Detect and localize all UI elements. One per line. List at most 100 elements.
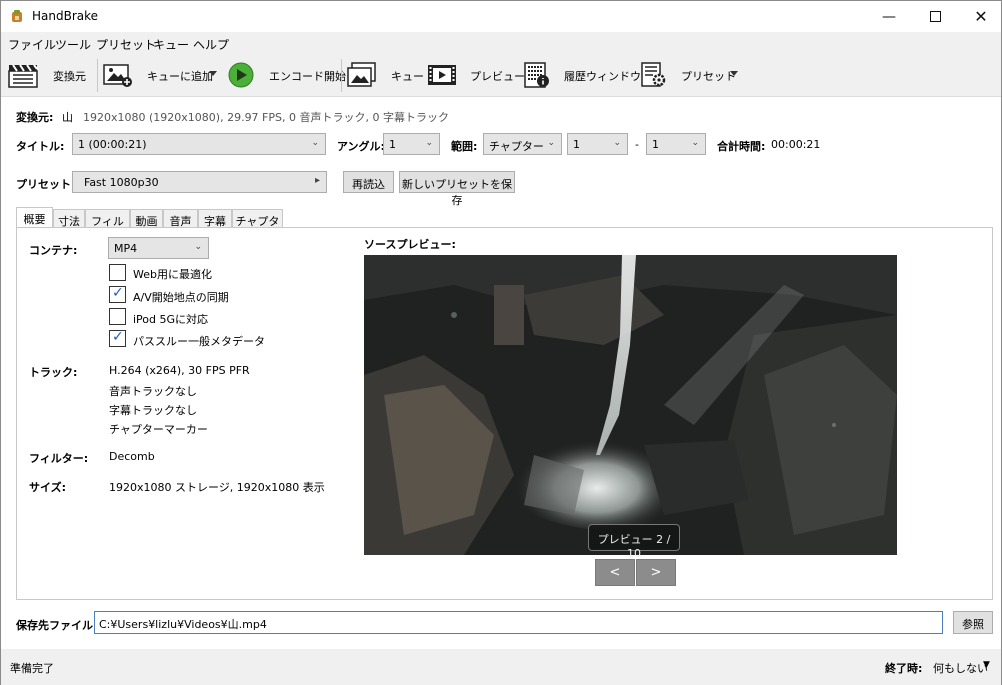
filters-label: フィルター: xyxy=(29,452,89,465)
checkmark-icon: ✓ xyxy=(112,285,124,301)
title-bar: HandBrake — ✕ xyxy=(1,1,1001,32)
range-label: 範囲: xyxy=(451,140,478,153)
filters-value: Decomb xyxy=(109,450,155,463)
queue-icon[interactable] xyxy=(347,62,377,88)
web-optimized-label: Web用に最適化 xyxy=(133,268,212,281)
window-title: HandBrake xyxy=(32,9,99,23)
tracks-label: トラック: xyxy=(29,366,78,379)
ipod-5g-label: iPod 5Gに対応 xyxy=(133,313,209,326)
chevron-down-icon: ⌄ xyxy=(311,138,319,148)
source-info: 1920x1080 (1920x1080), 29.97 FPS, 0 音声トラ… xyxy=(83,111,449,124)
container-label: コンテナ: xyxy=(29,244,78,257)
source-preview-label: ソースプレビュー: xyxy=(364,238,456,251)
handbrake-logo-icon xyxy=(12,10,22,22)
menu-file[interactable]: ファイル xyxy=(8,36,56,53)
source-label: 変換元: xyxy=(16,111,54,124)
menu-presets[interactable]: プリセット xyxy=(96,36,156,53)
when-done-label: 終了時: xyxy=(885,662,923,675)
presets-gear-icon[interactable] xyxy=(639,62,669,88)
size-label: サイズ: xyxy=(29,481,67,494)
film-preview-icon[interactable] xyxy=(427,62,457,88)
toolbar-separator xyxy=(341,59,342,92)
preset-select[interactable]: Fast 1080p30 ▸ xyxy=(72,171,327,193)
start-encode-button[interactable]: エンコード開始 xyxy=(269,68,346,84)
preset-select-value: Fast 1080p30 xyxy=(84,176,159,189)
chevron-right-icon: > xyxy=(650,565,662,580)
close-button[interactable]: ✕ xyxy=(958,1,1002,32)
destination-label: 保存先ファイル: xyxy=(16,619,98,632)
add-queue-icon[interactable] xyxy=(103,62,133,88)
checkmark-icon: ✓ xyxy=(112,329,124,345)
range-start-select[interactable]: 1 ⌄ xyxy=(567,133,628,155)
range-dash: - xyxy=(635,138,639,151)
title-select[interactable]: 1 (00:00:21) ⌄ xyxy=(72,133,326,155)
range-type-select[interactable]: チャプター ⌄ xyxy=(483,133,562,155)
angle-select-value: 1 xyxy=(389,138,396,151)
preview-button[interactable]: プレビュー xyxy=(470,68,525,84)
av-sync-checkbox[interactable]: ✓ xyxy=(109,285,126,303)
menu-help[interactable]: ヘルプ xyxy=(193,36,229,53)
chevron-down-icon: ⌄ xyxy=(425,138,433,148)
tab-summary[interactable]: 概要 xyxy=(16,207,53,228)
browse-button[interactable]: 参照 xyxy=(953,611,993,634)
toolbar-separator xyxy=(97,59,98,92)
chevron-down-icon: ⌄ xyxy=(613,138,621,148)
play-icon[interactable] xyxy=(227,62,255,88)
status-text: 準備完了 xyxy=(10,662,54,675)
tab-subtitles[interactable]: 字幕 xyxy=(198,209,232,228)
save-new-preset-button[interactable]: 新しいプリセットを保存 xyxy=(399,171,515,207)
web-optimized-checkbox[interactable] xyxy=(109,264,126,281)
container-select-value: MP4 xyxy=(114,242,138,255)
clapperboard-icon[interactable] xyxy=(8,62,38,88)
container-select[interactable]: MP4 ⌄ xyxy=(108,237,209,259)
range-end-select[interactable]: 1 ⌄ xyxy=(646,133,706,155)
source-button[interactable]: 変換元 xyxy=(53,68,86,84)
angle-select[interactable]: 1 ⌄ xyxy=(383,133,440,155)
reload-preset-button[interactable]: 再読込 xyxy=(343,171,394,193)
maximize-button[interactable] xyxy=(912,1,958,32)
preview-prev-button[interactable]: < xyxy=(595,559,635,586)
app-window: HandBrake — ✕ ファイル ツール プリセット キュー ヘルプ 変換元 xyxy=(0,0,1002,685)
passthru-metadata-checkbox[interactable]: ✓ xyxy=(109,329,126,347)
chevron-down-icon: ⌄ xyxy=(691,138,699,148)
maximize-icon xyxy=(929,11,941,22)
presets-button[interactable]: プリセット xyxy=(681,68,736,84)
add-queue-button[interactable]: キューに追加 xyxy=(147,68,213,84)
menu-queue[interactable]: キュー xyxy=(153,36,189,53)
destination-input[interactable]: C:¥Users¥lizlu¥Videos¥山.mp4 xyxy=(94,611,943,634)
presets-dropdown-icon[interactable] xyxy=(730,71,738,76)
when-done-dropdown-icon[interactable]: ▼ xyxy=(983,660,990,670)
activity-window-button[interactable]: 履歴ウィンドウ xyxy=(564,68,641,84)
tab-chapters[interactable]: チャプター xyxy=(232,209,283,244)
chevron-down-icon: ⌄ xyxy=(547,138,555,148)
status-bar: 準備完了 終了時: 何もしない ▼ xyxy=(1,649,1001,685)
add-queue-dropdown-icon[interactable] xyxy=(209,71,217,76)
tab-audio[interactable]: 音声 xyxy=(163,209,198,228)
track-chapters: チャプターマーカー xyxy=(109,423,208,436)
av-sync-label: A/V開始地点の同期 xyxy=(133,291,229,304)
when-done-select[interactable]: 何もしない xyxy=(933,660,988,676)
tab-filters[interactable]: フィルタ xyxy=(85,209,130,244)
menu-bar: ファイル ツール プリセット キュー ヘルプ xyxy=(1,32,1001,54)
size-value: 1920x1080 ストレージ, 1920x1080 表示 xyxy=(109,481,325,494)
preview-next-button[interactable]: > xyxy=(636,559,676,586)
ipod-5g-checkbox[interactable] xyxy=(109,308,126,325)
source-preview-image xyxy=(364,255,897,555)
activity-log-icon[interactable] xyxy=(522,62,552,88)
minimize-button[interactable]: — xyxy=(866,1,912,32)
tab-dimensions[interactable]: 寸法 xyxy=(53,209,85,228)
range-start-value: 1 xyxy=(573,138,580,151)
preset-label: プリセット: xyxy=(16,178,76,191)
chevron-down-icon: ⌄ xyxy=(194,242,202,252)
track-subtitles: 字幕トラックなし xyxy=(109,404,197,417)
chevron-right-icon: ▸ xyxy=(314,175,320,186)
tab-video[interactable]: 動画 xyxy=(130,209,163,228)
range-end-value: 1 xyxy=(652,138,659,151)
angle-label: アングル: xyxy=(337,140,385,153)
menu-tools[interactable]: ツール xyxy=(55,36,91,53)
passthru-metadata-label: パススルー一般メタデータ xyxy=(133,335,265,348)
minimize-icon: — xyxy=(882,8,896,25)
source-name: 山 xyxy=(62,111,73,124)
queue-button[interactable]: キュー xyxy=(391,68,424,84)
duration-value: 00:00:21 xyxy=(771,138,821,151)
